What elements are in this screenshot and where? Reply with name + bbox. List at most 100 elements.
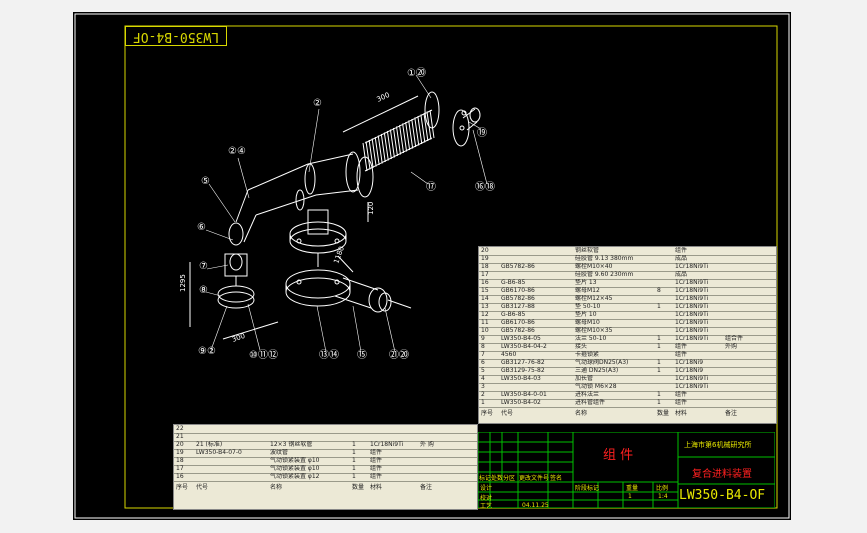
dimension-lines xyxy=(189,95,419,340)
bom-cell-no: 20 xyxy=(481,247,489,254)
bom-cell-qty: 1 xyxy=(657,399,661,406)
dim-120: 120 xyxy=(367,202,375,215)
bom-cell-mat: 1Cr18Ni9Ti xyxy=(675,327,709,334)
tb-label-design: 设计 xyxy=(480,485,493,492)
tb-sheet: 1 xyxy=(628,493,632,500)
bom-cell-name: 气动锁紧装置 φ12 xyxy=(270,473,320,480)
tb-label-weight: 重量 xyxy=(626,485,639,492)
bom-cell-code: LW350-B4-02 xyxy=(501,399,541,406)
bom-cell-code: 4560 xyxy=(501,351,517,358)
bom-cell-name: 接头 xyxy=(575,343,588,350)
tb-drawing-number: LW350-B4-OF xyxy=(679,488,766,503)
bom-cell-code: GB5782-86 xyxy=(501,327,535,334)
tb-label-process: 工艺 xyxy=(480,503,493,510)
bom-cell-name: 气动锁 M6×28 xyxy=(575,383,617,390)
bom-cell-no: 7 xyxy=(481,351,485,358)
bom-cell-name: 垫 50-10 xyxy=(575,303,601,310)
bom-cell-name: 硅胶管 9.60 230mm xyxy=(575,271,634,278)
bom-cell-mat: 成品 xyxy=(675,271,688,278)
balloon-24: ②④ xyxy=(228,146,246,157)
bom-cell-mat: 1Cr18Ni9Ti xyxy=(675,383,709,390)
bom-cell-mat: 组件 xyxy=(675,351,688,358)
balloon-10-11-12: ⑩⑪⑫ xyxy=(249,350,278,361)
bom-header-qty: 数量 xyxy=(352,484,365,491)
bom-cell-name: 进料法兰 xyxy=(575,391,600,398)
balloon-13-14: ⑬⑭ xyxy=(319,350,339,361)
bom-header-no: 序号 xyxy=(176,484,189,491)
bom-cell-code: LW350-B4-05 xyxy=(501,335,541,342)
bom-cell-name: 螺母M12 xyxy=(575,287,600,294)
balloon-9-2: ⑨② xyxy=(198,346,216,357)
balloon-17: ⑰ xyxy=(426,182,436,193)
bom-cell-name: 卡箍锁紧 xyxy=(575,351,600,358)
balloon-8: ⑧ xyxy=(199,285,208,296)
bom-cell-mat: 1Cr18Ni9Ti xyxy=(675,295,709,302)
bom-cell-name: 螺栓M10×40 xyxy=(575,263,613,270)
bom-cell-qty: 1 xyxy=(352,457,356,464)
bom-cell-note: 外购 xyxy=(725,343,738,350)
bom-cell-name: 气动锁紧装置 φ10 xyxy=(270,465,320,472)
bom-cell-name: 螺栓M10×35 xyxy=(575,327,613,334)
balloon-21-20: ㉑⑳ xyxy=(389,350,409,361)
bom-cell-qty: 1 xyxy=(657,343,661,350)
bom-cell-mat: 1Cr18Ni9 xyxy=(675,359,704,366)
bom-cell-qty: 1 xyxy=(352,449,356,456)
bom-cell-mat: 成品 xyxy=(675,255,688,262)
bom-cell-name: 波纹管 xyxy=(270,449,289,456)
bom-cell-mat: 1Cr18Ni9Ti xyxy=(675,303,709,310)
tb-scale: 1:4 xyxy=(658,493,668,500)
bom-header-name: 名称 xyxy=(575,410,588,417)
bom-cell-mat: 组件 xyxy=(370,457,383,464)
balloon-16-18: ⑯⑱ xyxy=(475,182,495,193)
balloon-2: ② xyxy=(313,98,322,109)
tb-label-doc: 更改文件号 xyxy=(519,475,550,482)
bom-cell-name: 垫片 13 xyxy=(575,279,597,286)
bom-cell-name: 三通 DN25(A3) xyxy=(575,367,619,374)
bom-cell-no: 14 xyxy=(481,295,489,302)
bom-cell-code: GB5782-86 xyxy=(501,295,535,302)
dim-300-top: 300 xyxy=(375,91,391,104)
bom-cell-qty: 1 xyxy=(657,367,661,374)
bom-cell-no: 18 xyxy=(176,457,184,464)
drawing-sheet: 300 120 1295 300 1180 ①⑳ ② ②④ ⑤ ⑥ ⑦ ⑧ ⑨② xyxy=(73,12,791,520)
bom-cell-mat: 组件 xyxy=(370,449,383,456)
bom-cell-no: 3 xyxy=(481,383,485,390)
bom-cell-name: 进料管组件 xyxy=(575,399,606,406)
tb-label-ratio: 比例 xyxy=(656,485,669,492)
bom-cell-code: LW350-B4-03 xyxy=(501,375,541,382)
tb-label-zone: 分区 xyxy=(503,475,516,482)
bom-cell-qty: 1 xyxy=(657,359,661,366)
bom-cell-qty: 1 xyxy=(657,391,661,398)
bom-table: 20 钢丝软管 组件 19 硅胶管 9.13 380mm 成品 18 GB5782-86 螺栓M… xyxy=(478,246,777,424)
bom-cell-mat: 1Cr18Ni9Ti xyxy=(675,319,709,326)
bom-cell-qty: 1 xyxy=(352,465,356,472)
bom-cell-no: 19 xyxy=(481,255,489,262)
balloon-5: ⑤ xyxy=(201,176,210,187)
bom-cell-mat: 1Cr18Ni9Ti xyxy=(370,441,404,448)
tb-label-stage: 阶段标记 xyxy=(575,485,600,492)
bom-header-row: 序号 代号 名称 数量 材料 备注 xyxy=(174,481,477,495)
balloon-15: ⑮ xyxy=(357,350,367,361)
bom-cell-mat: 组件 xyxy=(675,343,688,350)
bom-cell-code: GB6170-86 xyxy=(501,287,535,294)
bom-cell-qty: 8 xyxy=(657,287,661,294)
bom-cell-no: 11 xyxy=(481,319,489,326)
bom-cell-no: 15 xyxy=(481,287,489,294)
bom-cell-code: GB6170-86 xyxy=(501,319,535,326)
balloon-1-20: ①⑳ xyxy=(407,68,426,79)
bom-cell-mat: 1Cr18Ni9 xyxy=(675,367,704,374)
tb-date: 04.11.25 xyxy=(522,502,549,509)
bom-header-qty: 数量 xyxy=(657,410,670,417)
bom-cell-no: 8 xyxy=(481,343,485,350)
tb-label-mark: 标记 xyxy=(479,475,492,482)
bom-cell-code: LW350-B4-07-0 xyxy=(196,449,242,456)
bom-cell-no: 6 xyxy=(481,359,485,366)
bom-cell-mat: 1Cr18Ni9Ti xyxy=(675,311,709,318)
bom-cell-name: 12×3 钢丝软管 xyxy=(270,441,313,448)
assembly-view xyxy=(217,91,481,313)
title-block: 组 件 上海市第6机械研究所 复合进料装置 LW350-B4-OF 04.11.… xyxy=(478,432,775,510)
bom-cell-qty: 1 xyxy=(352,441,356,448)
bom-cell-code: 21 (标准) xyxy=(196,441,223,448)
bom-cell-note: 外 购 xyxy=(420,441,434,448)
bom-cell-no: 10 xyxy=(481,327,489,334)
